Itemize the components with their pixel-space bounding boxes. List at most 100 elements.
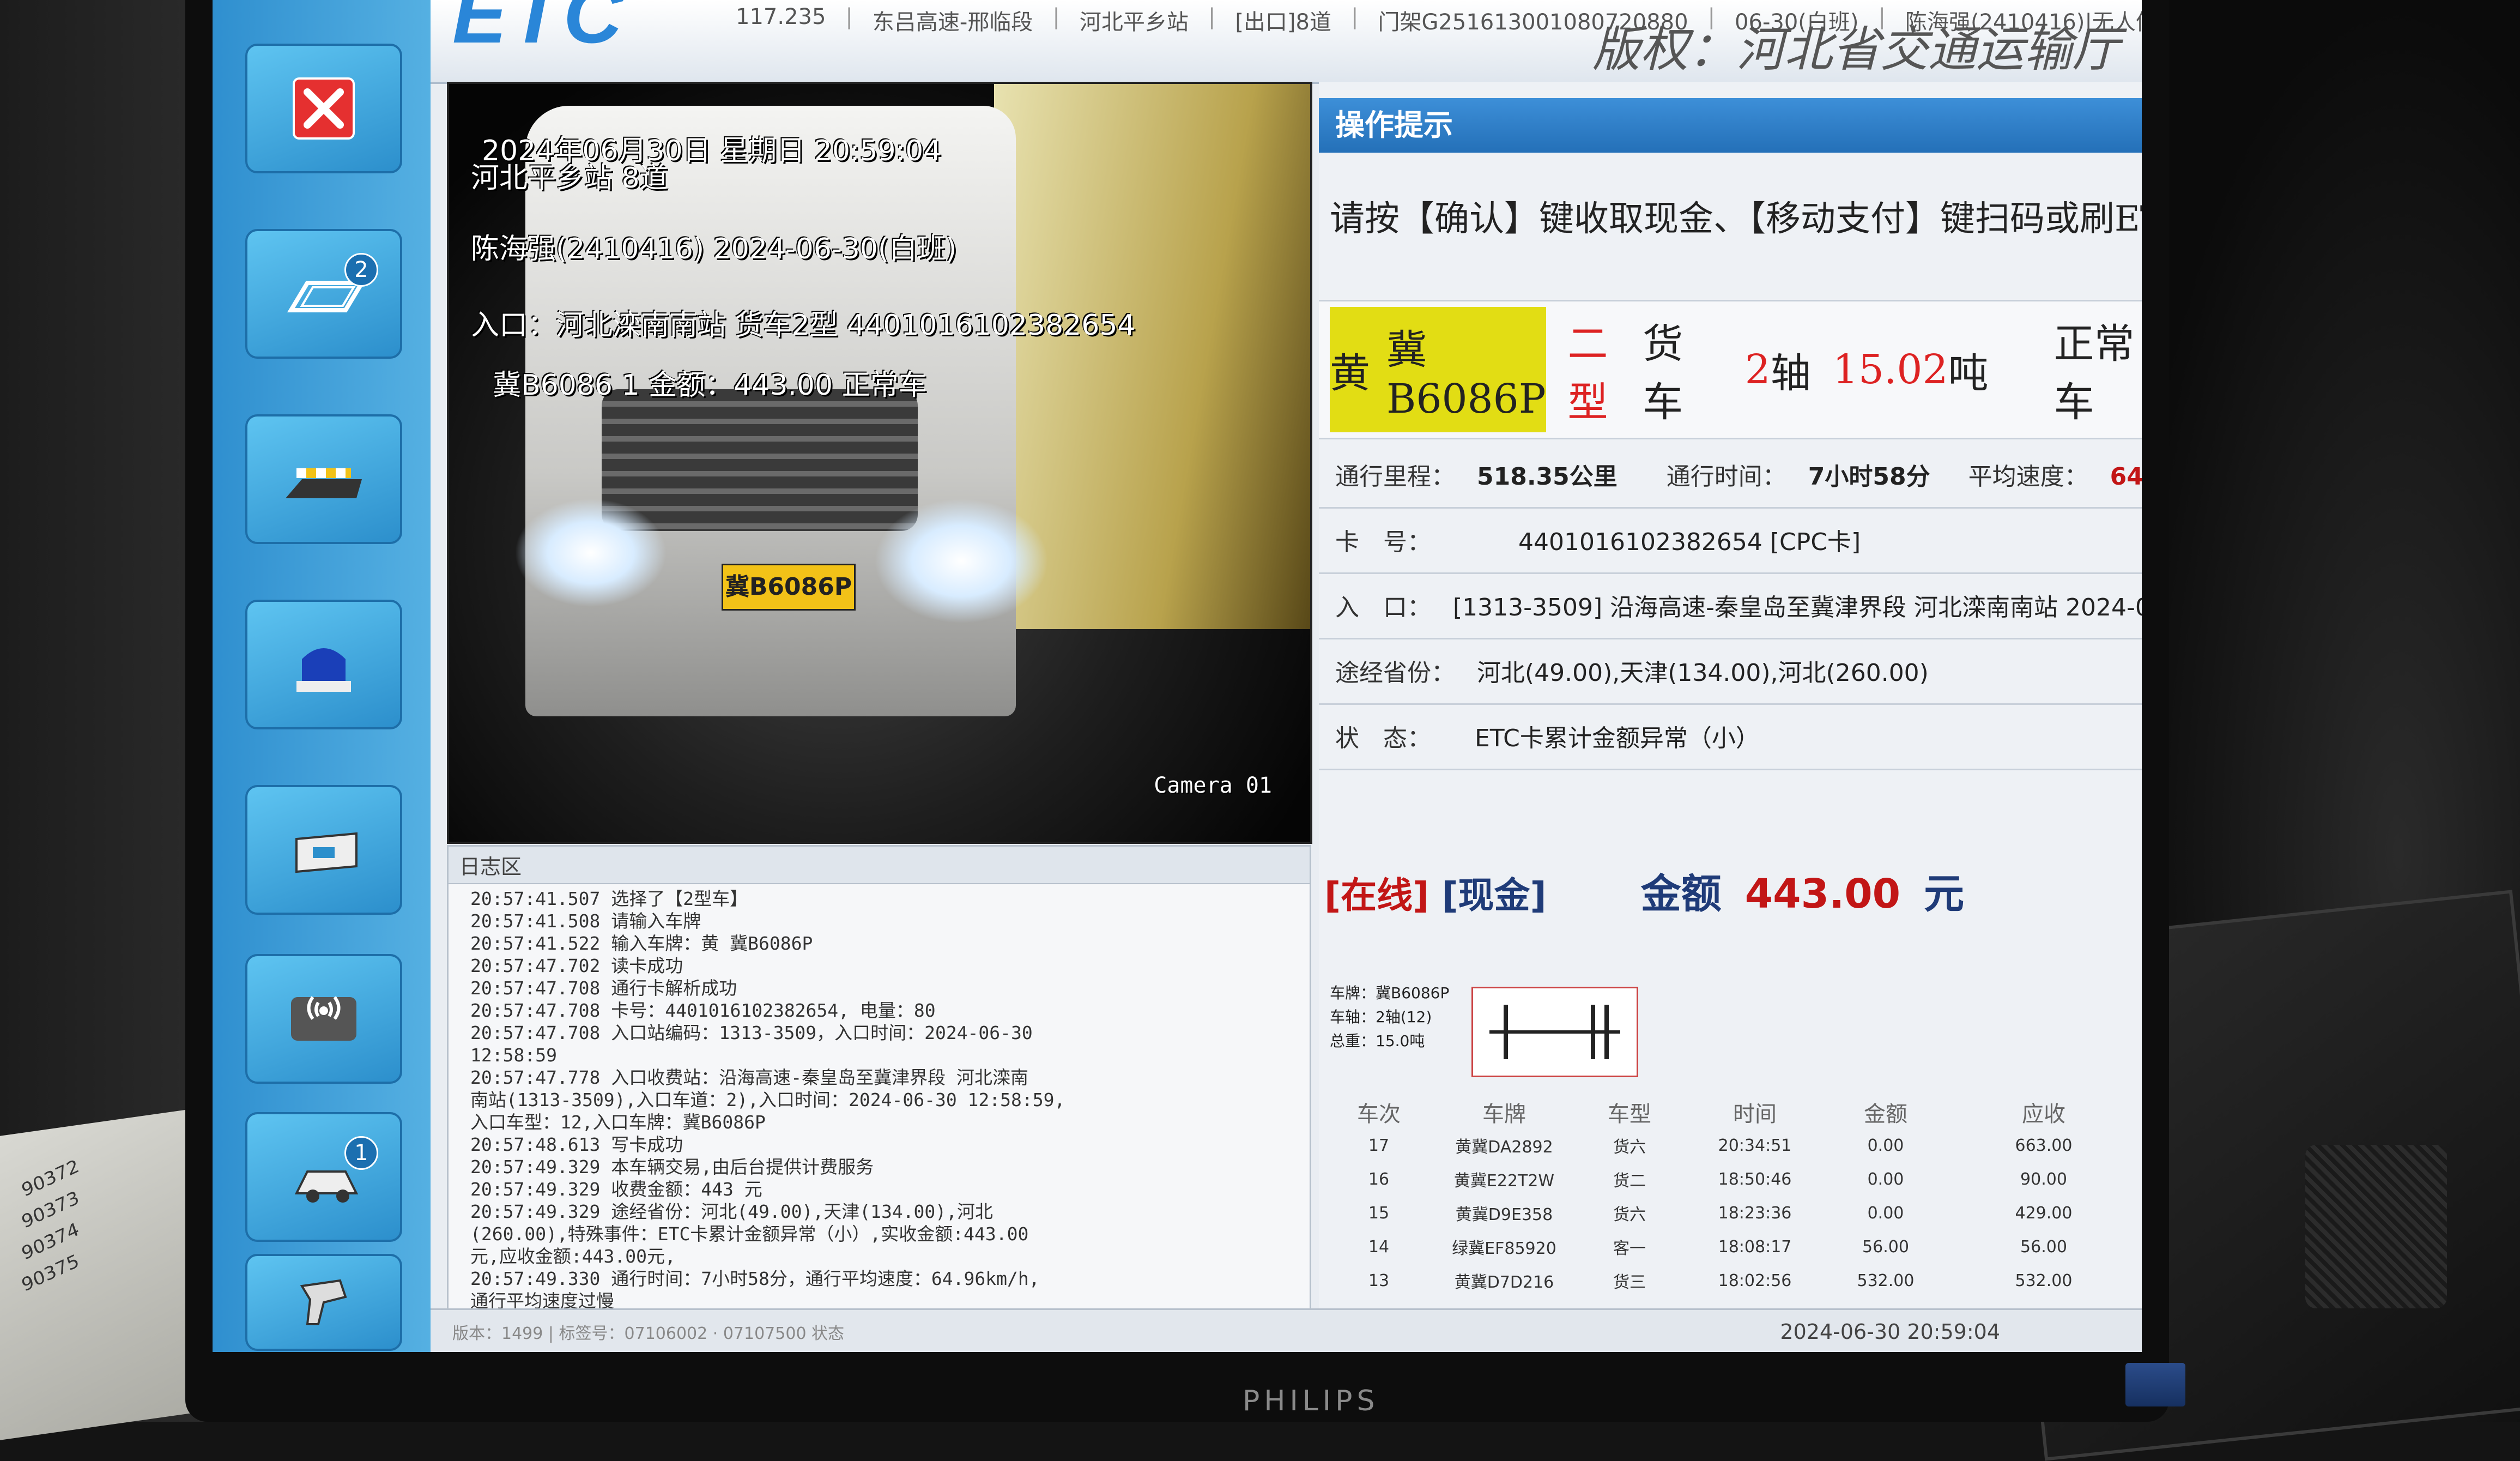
cell-time: 18:02:56 bbox=[1718, 1271, 1792, 1290]
status-separator: | bbox=[1350, 4, 1359, 29]
printer-icon bbox=[295, 832, 358, 873]
provinces-value: 河北(49.00),天津(134.00),河北(260.00) bbox=[1477, 659, 1929, 687]
cell-type: 货二 bbox=[1613, 1172, 1646, 1191]
cell-type: 货六 bbox=[1613, 1138, 1646, 1157]
status-footer: 版本：1499 | 标签号：07106002 · 07107500 状态 202… bbox=[431, 1308, 2142, 1352]
vehicle-row: 黄 冀B6086P 二型 货车 2 轴 15.02 吨 正常车 bbox=[1319, 300, 2142, 439]
entry-value: [1313-3509] 沿海高速-秦皇岛至冀津界段 河北滦南南站 2024-06… bbox=[1453, 594, 2142, 621]
status-separator: | bbox=[1052, 4, 1060, 29]
cell-time: 18:08:17 bbox=[1718, 1237, 1792, 1257]
footer-info: 版本：1499 | 标签号：07106002 · 07107500 状态 bbox=[452, 1324, 845, 1343]
speed-value: 64.96公里/小时 bbox=[2110, 463, 2142, 491]
cell-trip: 14 bbox=[1368, 1237, 1390, 1257]
card-value: 4401016102382654 [CPC卡] bbox=[1518, 528, 1861, 556]
table-row[interactable]: 13 黄冀D7D216 货三 18:02:56 532.00 532.00 bbox=[1324, 1264, 2142, 1297]
osd-operator: 陈海强(2410416) 2024-06-30(白班) bbox=[471, 233, 957, 265]
vehicle-kind: 货车 bbox=[1643, 321, 1683, 426]
alarm-button[interactable] bbox=[245, 600, 402, 729]
app-header: ETC 117.235 | 东吕高速-邢临段 | 河北平乡站 | [出口]8道 … bbox=[431, 0, 2142, 84]
sidebar: 2 1 bbox=[213, 0, 431, 1352]
toll-app-screen: 2 1 ETC 117.235 | 东吕高速-邢临段 | 河北平乡站 | [出口… bbox=[213, 0, 2142, 1352]
barrier-icon bbox=[286, 468, 362, 498]
col-header: 车型 bbox=[1608, 1102, 1651, 1127]
state-label: 状 态： bbox=[1335, 725, 1431, 752]
table-row[interactable]: 15 黄冀D9E358 货六 18:23:36 0.00 429.00 bbox=[1324, 1196, 2142, 1230]
history-header: 车次 车牌 车型 时间 金额 应收 bbox=[1324, 1096, 2142, 1128]
vehicle-mini-card: 车牌：冀B6086P 车轴：2轴(12) 总重：15.0吨 bbox=[1324, 981, 1651, 1079]
table-row[interactable]: 17 黄冀DA2892 货六 20:34:51 0.00 663.00 bbox=[1324, 1128, 2142, 1162]
close-button[interactable] bbox=[245, 44, 402, 173]
osd-station: 河北平乡站 8道 bbox=[471, 162, 668, 195]
cell-amount: 0.00 bbox=[1867, 1203, 1904, 1223]
cell-plate: 绿冀EF85920 bbox=[1452, 1239, 1556, 1258]
cell-due: 90.00 bbox=[2020, 1169, 2067, 1189]
pay-mode-cash: [现金] bbox=[1441, 874, 1547, 916]
camera-view: 冀B6086P 2024年06月30日 星期日 20:59:04 河北平乡站 8… bbox=[447, 82, 1312, 844]
etc-antenna-button[interactable] bbox=[245, 954, 402, 1084]
cell-type: 客一 bbox=[1613, 1239, 1646, 1258]
entry-label: 入 口： bbox=[1335, 594, 1431, 621]
col-header: 时间 bbox=[1733, 1102, 1777, 1127]
cell-plate: 黄冀DA2892 bbox=[1455, 1138, 1553, 1157]
antenna-icon bbox=[291, 996, 356, 1041]
cell-type: 货六 bbox=[1613, 1205, 1646, 1224]
state-value: ETC卡累计金额异常（小） bbox=[1475, 725, 1760, 752]
cell-time: 18:50:46 bbox=[1718, 1169, 1792, 1189]
cell-plate: 黄冀E22T2W bbox=[1453, 1172, 1555, 1191]
amount-value: 443.00 bbox=[1744, 871, 1901, 917]
queue-count-badge: 1 bbox=[344, 1136, 378, 1170]
trip-stats-row: 通行里程： 518.35公里 通行时间： 7小时58分 平均速度： 64.96公… bbox=[1319, 442, 2142, 509]
col-header: 金额 bbox=[1864, 1102, 1907, 1127]
card-label: 卡 号： bbox=[1335, 528, 1431, 556]
copyright: 版权：河北省交通运输厅 bbox=[1592, 21, 2120, 77]
weight-unit: 吨 bbox=[1948, 349, 1989, 397]
phone-speaker bbox=[2305, 1145, 2447, 1308]
card-count-badge: 2 bbox=[344, 253, 378, 287]
cell-due: 663.00 bbox=[2015, 1136, 2073, 1155]
log-lines: 20:57:41.507 选择了【2型车】 20:57:41.508 请输入车牌… bbox=[470, 888, 1065, 1334]
cell-due: 56.00 bbox=[2020, 1237, 2067, 1257]
cell-type: 货三 bbox=[1613, 1273, 1646, 1292]
payment-summary: [在线] [现金] 金额 443.00 元 bbox=[1324, 861, 1964, 920]
scanner-icon bbox=[300, 1279, 347, 1325]
scanner-button[interactable] bbox=[245, 1254, 402, 1351]
cell-time: 18:23:36 bbox=[1718, 1203, 1792, 1223]
osd-plate-amount: 冀B6086 1 金额：443.00 正常车 bbox=[493, 369, 927, 402]
plate-number: 冀B6086P bbox=[1386, 326, 1546, 422]
truck-headlight bbox=[514, 498, 667, 607]
log-title: 日志区 bbox=[449, 847, 1310, 884]
cell-time: 20:34:51 bbox=[1718, 1136, 1792, 1155]
mileage-label: 通行里程： bbox=[1335, 463, 1455, 491]
table-row[interactable]: 16 黄冀E22T2W 货二 18:50:46 0.00 90.00 bbox=[1324, 1162, 2142, 1196]
printer-button[interactable] bbox=[245, 785, 402, 915]
cell-due: 532.00 bbox=[2015, 1271, 2073, 1290]
camera-label: Camera 01 bbox=[1154, 773, 1272, 798]
cell-trip: 15 bbox=[1368, 1203, 1390, 1223]
truck-headlight bbox=[874, 498, 1049, 624]
cell-trip: 17 bbox=[1368, 1136, 1390, 1155]
time-label: 通行时间： bbox=[1666, 463, 1786, 491]
op-hint-title: 操作提示 bbox=[1319, 98, 2142, 153]
cell-amount: 0.00 bbox=[1867, 1136, 1904, 1155]
card-button[interactable]: 2 bbox=[245, 229, 402, 359]
provinces-label: 途经省份： bbox=[1335, 659, 1455, 687]
vehicle-queue-button[interactable]: 1 bbox=[245, 1112, 402, 1242]
alarm-light-icon bbox=[296, 648, 351, 692]
state-row: 状 态： ETC卡累计金额异常（小） bbox=[1319, 703, 2142, 770]
close-icon bbox=[293, 77, 355, 140]
axle-count: 2 bbox=[1744, 346, 1771, 393]
cell-due: 429.00 bbox=[2015, 1203, 2073, 1223]
status-road: 东吕高速-邢临段 bbox=[872, 10, 1033, 35]
cell-amount: 532.00 bbox=[1857, 1271, 1915, 1290]
cell-plate: 黄冀D9E358 bbox=[1455, 1205, 1553, 1224]
cell-amount: 0.00 bbox=[1867, 1169, 1904, 1189]
status-lane: [出口]8道 bbox=[1235, 10, 1331, 35]
speed-label: 平均速度： bbox=[1968, 463, 2088, 491]
history-table: 车次 车牌 车型 时间 金额 应收 17 黄冀DA2892 货六 20:34:5… bbox=[1324, 1096, 2142, 1297]
log-panel[interactable]: 日志区 20:57:41.507 选择了【2型车】 20:57:41.508 请… bbox=[447, 845, 1311, 1352]
cell-trip: 13 bbox=[1368, 1271, 1390, 1290]
amount-unit: 元 bbox=[1924, 871, 1965, 917]
barrier-button[interactable] bbox=[245, 414, 402, 544]
table-row[interactable]: 14 绿冀EF85920 客一 18:08:17 56.00 56.00 bbox=[1324, 1230, 2142, 1264]
monitor-brand: PHILIPS bbox=[1243, 1385, 1379, 1417]
